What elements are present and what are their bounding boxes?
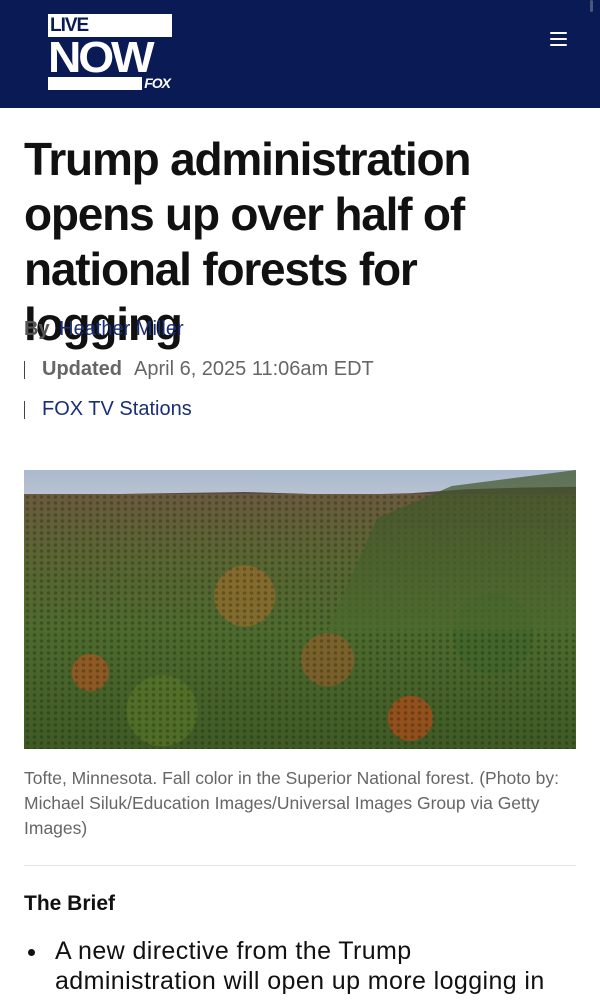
section-divider (24, 865, 576, 866)
hero-image[interactable] (24, 470, 576, 749)
byline-prefix: By (24, 318, 50, 340)
brief-item-text: A new directive from the Trump administr… (55, 937, 545, 995)
meta-separator (24, 360, 25, 379)
logo-now-text: NOW (48, 33, 155, 82)
brief-item: A new directive from the Trump administr… (24, 936, 580, 996)
meta-separator (24, 400, 25, 419)
updated-date: April 6, 2025 11:06am EDT (134, 358, 374, 380)
logo-fox-text: FOX (142, 75, 172, 92)
brief-title: The Brief (24, 892, 116, 915)
byline: By Heather Miller (24, 318, 184, 341)
scroll-indicator (590, 0, 593, 12)
author-link[interactable]: Heather Miller (59, 318, 183, 340)
brief-list: A new directive from the Trump administr… (24, 936, 580, 996)
updated-row: Updated April 6, 2025 11:06am EDT (24, 358, 374, 381)
bullet-icon (28, 949, 35, 956)
hamburger-menu-icon[interactable] (546, 28, 572, 50)
image-caption: Tofte, Minnesota. Fall color in the Supe… (24, 768, 559, 838)
livenow-fox-logo[interactable]: LIVE NOW FOX (48, 14, 172, 92)
source-row: FOX TV Stations (24, 398, 192, 421)
source-link[interactable]: FOX TV Stations (42, 398, 192, 421)
updated-label: Updated (42, 358, 122, 380)
site-header: LIVE NOW FOX (0, 0, 600, 108)
